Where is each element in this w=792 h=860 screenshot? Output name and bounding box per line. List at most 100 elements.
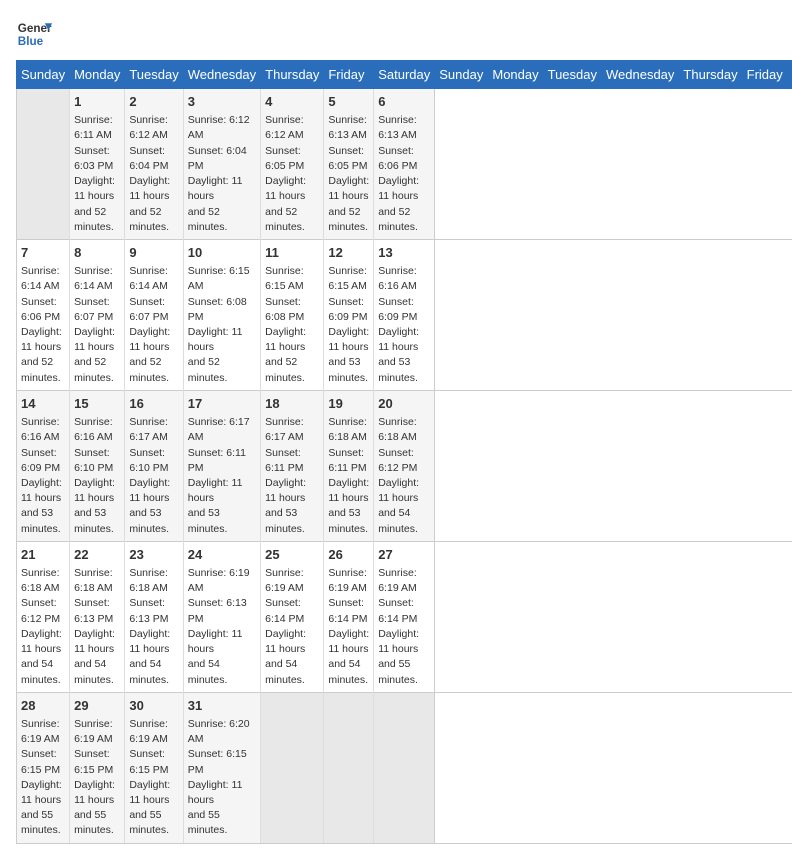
calendar-cell: 16 Sunrise: 6:17 AMSunset: 6:10 PMDayligh… (125, 390, 183, 541)
cell-content: Sunrise: 6:19 AMSunset: 6:15 PMDaylight:… (129, 717, 178, 839)
cell-content: Sunrise: 6:18 AMSunset: 6:12 PMDaylight:… (21, 566, 65, 688)
day-number: 22 (74, 546, 120, 564)
calendar-cell: 9 Sunrise: 6:14 AMSunset: 6:07 PMDaylight… (125, 239, 183, 390)
day-header-friday: Friday (324, 61, 374, 89)
calendar-cell: 4 Sunrise: 6:12 AMSunset: 6:05 PMDaylight… (261, 89, 324, 240)
calendar-cell: 28 Sunrise: 6:19 AMSunset: 6:15 PMDayligh… (17, 692, 70, 843)
calendar-cell: 5Sunrise: 6:13 AMSunset: 6:05 PMDaylight… (324, 89, 374, 240)
calendar-cell: 20 Sunrise: 6:18 AMSunset: 6:12 PMDayligh… (374, 390, 435, 541)
cell-content: Sunrise: 6:18 AMSunset: 6:13 PMDaylight:… (74, 566, 120, 688)
calendar-cell: 15 Sunrise: 6:16 AMSunset: 6:10 PMDayligh… (70, 390, 125, 541)
day-number: 7 (21, 244, 65, 262)
page-header: General Blue (16, 16, 776, 52)
day-number: 9 (129, 244, 178, 262)
calendar-cell: 23Sunrise: 6:18 AMSunset: 6:13 PMDayligh… (125, 541, 183, 692)
day-number: 29 (74, 697, 120, 715)
cell-content: Sunrise: 6:14 AMSunset: 6:06 PMDaylight:… (21, 264, 65, 386)
cell-content: Sunrise: 6:16 AMSunset: 6:10 PMDaylight:… (74, 415, 120, 537)
day-header-monday: Monday (488, 61, 543, 89)
day-number: 20 (378, 395, 430, 413)
calendar-cell: 30Sunrise: 6:19 AMSunset: 6:15 PMDayligh… (125, 692, 183, 843)
cell-content: Sunrise: 6:19 AMSunset: 6:13 PMDaylight:… (188, 566, 256, 688)
cell-content: Sunrise: 6:14 AMSunset: 6:07 PMDaylight:… (129, 264, 178, 386)
day-number: 26 (328, 546, 369, 564)
calendar-cell: 18 Sunrise: 6:17 AMSunset: 6:11 PMDayligh… (261, 390, 324, 541)
day-number: 18 (265, 395, 319, 413)
cell-content: Sunrise: 6:19 AMSunset: 6:14 PMDaylight:… (378, 566, 430, 688)
day-number: 23 (129, 546, 178, 564)
day-number: 12 (328, 244, 369, 262)
day-number: 5 (328, 93, 369, 111)
cell-content: Sunrise: 6:19 AMSunset: 6:14 PMDaylight:… (265, 566, 319, 688)
cell-content: Sunrise: 6:18 AMSunset: 6:12 PMDaylight:… (378, 415, 430, 537)
day-header-thursday: Thursday (679, 61, 742, 89)
calendar-week-row: 28 Sunrise: 6:19 AMSunset: 6:15 PMDayligh… (17, 692, 792, 843)
calendar-cell: 10Sunrise: 6:15 AMSunset: 6:08 PMDayligh… (183, 239, 260, 390)
calendar-cell: 29 Sunrise: 6:19 AMSunset: 6:15 PMDayligh… (70, 692, 125, 843)
day-header-tuesday: Tuesday (125, 61, 183, 89)
day-number: 2 (129, 93, 178, 111)
cell-content: Sunrise: 6:12 AMSunset: 6:05 PMDaylight:… (265, 113, 319, 235)
calendar-cell: 12 Sunrise: 6:15 AMSunset: 6:09 PMDayligh… (324, 239, 374, 390)
day-number: 14 (21, 395, 65, 413)
day-number: 25 (265, 546, 319, 564)
day-number: 28 (21, 697, 65, 715)
calendar-cell: 11Sunrise: 6:15 AMSunset: 6:08 PMDayligh… (261, 239, 324, 390)
day-header-saturday: Saturday (374, 61, 435, 89)
calendar-week-row: 21 Sunrise: 6:18 AMSunset: 6:12 PMDayligh… (17, 541, 792, 692)
calendar-cell (324, 692, 374, 843)
day-header-thursday: Thursday (261, 61, 324, 89)
calendar-cell: 31 Sunrise: 6:20 AMSunset: 6:15 PMDayligh… (183, 692, 260, 843)
cell-content: Sunrise: 6:19 AMSunset: 6:14 PMDaylight:… (328, 566, 369, 688)
day-number: 31 (188, 697, 256, 715)
cell-content: Sunrise: 6:17 AMSunset: 6:11 PMDaylight:… (188, 415, 256, 537)
svg-text:Blue: Blue (18, 35, 44, 48)
calendar-cell (17, 89, 70, 240)
day-number: 8 (74, 244, 120, 262)
cell-content: Sunrise: 6:17 AMSunset: 6:10 PMDaylight:… (129, 415, 178, 537)
calendar-cell: 2 Sunrise: 6:12 AMSunset: 6:04 PMDaylight… (125, 89, 183, 240)
calendar-cell: 24 Sunrise: 6:19 AMSunset: 6:13 PMDayligh… (183, 541, 260, 692)
day-number: 3 (188, 93, 256, 111)
day-number: 4 (265, 93, 319, 111)
day-number: 15 (74, 395, 120, 413)
cell-content: Sunrise: 6:18 AMSunset: 6:11 PMDaylight:… (328, 415, 369, 537)
day-number: 1 (74, 93, 120, 111)
day-number: 16 (129, 395, 178, 413)
logo: General Blue (16, 16, 52, 52)
day-header-sunday: Sunday (17, 61, 70, 89)
calendar-cell: 1Sunrise: 6:11 AMSunset: 6:03 PMDaylight… (70, 89, 125, 240)
cell-content: Sunrise: 6:12 AMSunset: 6:04 PMDaylight:… (188, 113, 256, 235)
day-header-sunday: Sunday (435, 61, 488, 89)
calendar-week-row: 1Sunrise: 6:11 AMSunset: 6:03 PMDaylight… (17, 89, 792, 240)
day-header-wednesday: Wednesday (602, 61, 679, 89)
calendar-cell: 8 Sunrise: 6:14 AMSunset: 6:07 PMDaylight… (70, 239, 125, 390)
cell-content: Sunrise: 6:19 AMSunset: 6:15 PMDaylight:… (74, 717, 120, 839)
calendar-cell: 26 Sunrise: 6:19 AMSunset: 6:14 PMDayligh… (324, 541, 374, 692)
calendar-table: SundayMondayTuesdayWednesdayThursdayFrid… (16, 60, 792, 844)
day-header-wednesday: Wednesday (183, 61, 260, 89)
day-number: 19 (328, 395, 369, 413)
day-header-saturday: Saturday (787, 61, 792, 89)
cell-content: Sunrise: 6:14 AMSunset: 6:07 PMDaylight:… (74, 264, 120, 386)
calendar-cell: 27Sunrise: 6:19 AMSunset: 6:14 PMDayligh… (374, 541, 435, 692)
cell-content: Sunrise: 6:20 AMSunset: 6:15 PMDaylight:… (188, 717, 256, 839)
day-number: 24 (188, 546, 256, 564)
day-number: 13 (378, 244, 430, 262)
day-number: 10 (188, 244, 256, 262)
calendar-cell: 14 Sunrise: 6:16 AMSunset: 6:09 PMDayligh… (17, 390, 70, 541)
day-header-tuesday: Tuesday (543, 61, 601, 89)
cell-content: Sunrise: 6:19 AMSunset: 6:15 PMDaylight:… (21, 717, 65, 839)
day-number: 21 (21, 546, 65, 564)
cell-content: Sunrise: 6:12 AMSunset: 6:04 PMDaylight:… (129, 113, 178, 235)
cell-content: Sunrise: 6:15 AMSunset: 6:09 PMDaylight:… (328, 264, 369, 386)
calendar-cell: 25 Sunrise: 6:19 AMSunset: 6:14 PMDayligh… (261, 541, 324, 692)
calendar-cell: 22 Sunrise: 6:18 AMSunset: 6:13 PMDayligh… (70, 541, 125, 692)
calendar-cell: 6Sunrise: 6:13 AMSunset: 6:06 PMDaylight… (374, 89, 435, 240)
calendar-week-row: 14 Sunrise: 6:16 AMSunset: 6:09 PMDayligh… (17, 390, 792, 541)
cell-content: Sunrise: 6:16 AMSunset: 6:09 PMDaylight:… (378, 264, 430, 386)
cell-content: Sunrise: 6:16 AMSunset: 6:09 PMDaylight:… (21, 415, 65, 537)
calendar-cell: 21 Sunrise: 6:18 AMSunset: 6:12 PMDayligh… (17, 541, 70, 692)
calendar-cell (261, 692, 324, 843)
cell-content: Sunrise: 6:17 AMSunset: 6:11 PMDaylight:… (265, 415, 319, 537)
